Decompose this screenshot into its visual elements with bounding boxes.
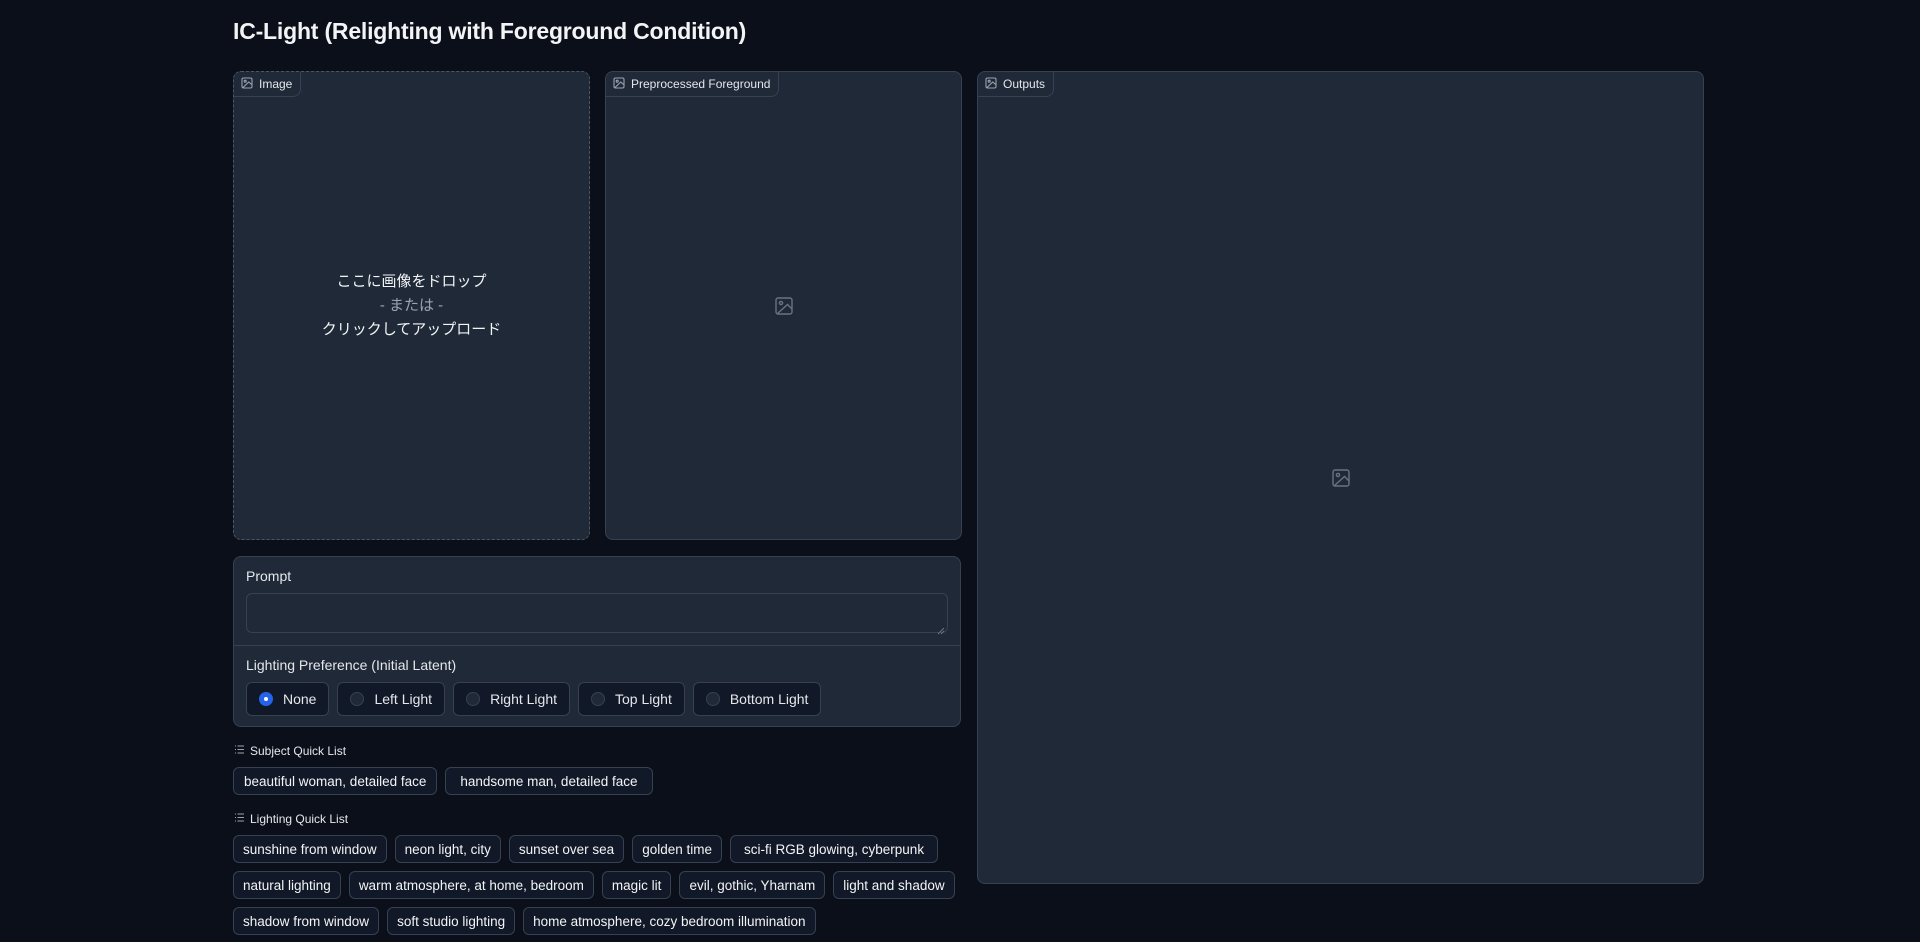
prompt-label: Prompt — [246, 568, 292, 584]
list-icon — [234, 812, 245, 826]
radio-left-light[interactable]: Left Light — [337, 682, 446, 716]
lighting-chip[interactable]: magic lit — [601, 871, 672, 899]
image-placeholder-icon — [1331, 468, 1351, 488]
radio-top-light[interactable]: Top Light — [578, 682, 685, 716]
subject-quick-list: beautiful woman, detailed face handsome … — [233, 767, 653, 795]
lighting-quick-list-title: Lighting Quick List — [234, 812, 348, 826]
radio-label: Left Light — [374, 691, 433, 707]
radio-label: Top Light — [615, 691, 672, 707]
radio-none[interactable]: None — [246, 682, 330, 716]
prompt-settings-block: Prompt Lighting Preference (Initial Late… — [233, 556, 961, 727]
lighting-quick-list-row-3: shadow from window soft studio lighting … — [233, 907, 816, 935]
radio-indicator — [350, 692, 365, 706]
radio-label: Bottom Light — [729, 691, 809, 707]
lighting-chip[interactable]: light and shadow — [833, 871, 955, 899]
image-placeholder-icon — [774, 296, 794, 316]
preprocessed-foreground-panel: Preprocessed Foreground — [605, 71, 962, 540]
lighting-chip[interactable]: warm atmosphere, at home, bedroom — [348, 871, 594, 899]
lighting-chip[interactable]: evil, gothic, Yharnam — [679, 871, 826, 899]
lighting-chip[interactable]: sci-fi RGB glowing, cyberpunk — [730, 835, 939, 863]
lighting-quick-list-row-2: natural lighting warm atmosphere, at hom… — [233, 871, 955, 899]
or-text: - または - — [379, 297, 444, 314]
subject-quick-list-title: Subject Quick List — [234, 744, 346, 758]
image-icon — [985, 76, 997, 92]
subject-quick-list-title-text: Subject Quick List — [250, 744, 347, 758]
preprocessed-panel-label-text: Preprocessed Foreground — [631, 77, 771, 91]
lighting-chip[interactable]: shadow from window — [233, 907, 380, 935]
lighting-chip[interactable]: natural lighting — [233, 871, 341, 899]
page-title: IC-Light (Relighting with Foreground Con… — [233, 18, 747, 44]
lighting-chip[interactable]: golden time — [632, 835, 722, 863]
divider — [234, 645, 960, 646]
list-icon — [234, 744, 245, 758]
lighting-quick-list-title-text: Lighting Quick List — [250, 812, 349, 826]
outputs-panel-label-text: Outputs — [1003, 77, 1046, 91]
app-root: IC-Light (Relighting with Foreground Con… — [0, 0, 1920, 942]
outputs-panel: Outputs — [977, 71, 1704, 884]
lighting-chip[interactable]: neon light, city — [394, 835, 501, 863]
image-upload-panel[interactable]: Image ここに画像をドロップ - または - クリックしてアップロード — [233, 71, 590, 540]
image-icon — [241, 76, 253, 92]
image-icon — [613, 76, 625, 92]
radio-label: Right Light — [490, 691, 558, 707]
lighting-chip[interactable]: home atmosphere, cozy bedroom illuminati… — [523, 907, 816, 935]
resize-handle-icon[interactable] — [937, 622, 945, 635]
radio-indicator — [705, 692, 720, 706]
subject-chip[interactable]: handsome man, detailed face — [445, 767, 653, 795]
lighting-chip[interactable]: sunshine from window — [233, 835, 387, 863]
upload-dropzone-text[interactable]: ここに画像をドロップ - または - クリックしてアップロード — [234, 270, 589, 342]
lighting-quick-list-row-1: sunshine from window neon light, city su… — [233, 835, 939, 863]
lighting-preference-label: Lighting Preference (Initial Latent) — [246, 657, 457, 673]
image-panel-label-text: Image — [259, 77, 293, 91]
radio-bottom-light[interactable]: Bottom Light — [692, 682, 822, 716]
click-upload-text: クリックしてアップロード — [321, 321, 502, 338]
drop-text: ここに画像をドロップ — [336, 273, 487, 290]
lighting-chip[interactable]: sunset over sea — [508, 835, 625, 863]
radio-right-light[interactable]: Right Light — [453, 682, 571, 716]
preprocessed-panel-label: Preprocessed Foreground — [606, 72, 780, 97]
radio-indicator — [466, 692, 481, 706]
prompt-textarea[interactable] — [246, 593, 948, 635]
lighting-chip[interactable]: soft studio lighting — [387, 907, 516, 935]
radio-indicator — [591, 692, 606, 706]
lighting-preference-radio-group: None Left Light Right Light Top Light Bo… — [246, 682, 822, 716]
radio-checked-indicator — [259, 692, 273, 706]
radio-label: None — [283, 691, 317, 707]
outputs-panel-label: Outputs — [978, 72, 1055, 97]
image-panel-label: Image — [234, 72, 302, 97]
subject-chip[interactable]: beautiful woman, detailed face — [233, 767, 438, 795]
